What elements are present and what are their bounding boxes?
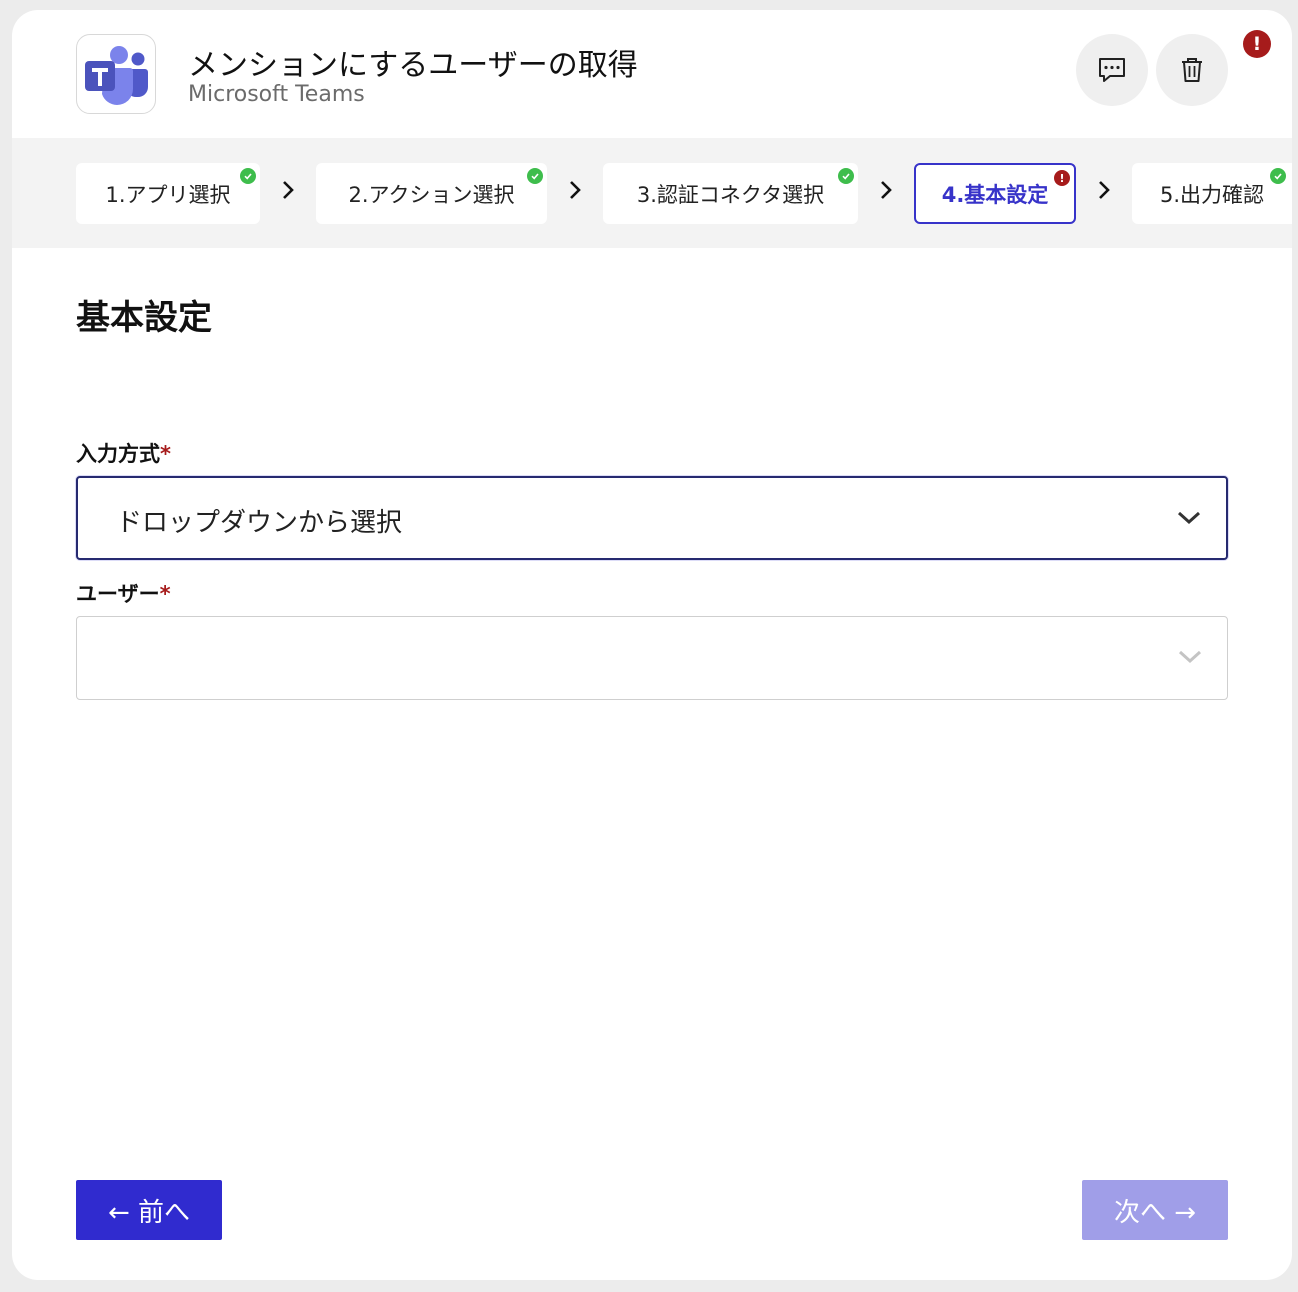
step-tab-app-select[interactable]: 1.アプリ選択 (76, 163, 260, 224)
step-tab-connector-select[interactable]: 3.認証コネクタ選択 (603, 163, 858, 224)
input-method-select[interactable]: ドロップダウンから選択 (76, 476, 1228, 560)
prev-button[interactable]: ← 前へ (76, 1180, 222, 1240)
field-label-text: 入力方式 (76, 442, 160, 466)
step-label: 2.アクション選択 (348, 182, 515, 207)
step-label: 3.認証コネクタ選択 (636, 182, 825, 207)
step-tab-action-select[interactable]: 2.アクション選択 (316, 163, 547, 224)
step-tab-output-confirm[interactable]: 5.出力確認 (1132, 163, 1292, 224)
step-label: 1.アプリ選択 (105, 182, 231, 207)
step-label: 5.出力確認 (1159, 182, 1265, 207)
field-label-text: ユーザー (76, 582, 160, 606)
next-button[interactable]: 次へ → (1082, 1180, 1228, 1240)
check-icon (240, 168, 256, 184)
step-tab-basic-settings[interactable]: 4.基本設定 ! (914, 163, 1076, 224)
error-icon: ! (1054, 170, 1070, 186)
page-title: メンションにするユーザーの取得 (188, 48, 638, 83)
delete-button[interactable] (1156, 34, 1228, 106)
comment-icon (1099, 58, 1125, 82)
action-settings-panel: メンションにするユーザーの取得 Microsoft Teams ! 1.アプリ選… (12, 10, 1292, 1280)
step-label: 4.基本設定 (941, 182, 1049, 207)
input-method-value: ドロップダウンから選択 (116, 508, 403, 538)
comment-button[interactable] (1076, 34, 1148, 106)
user-label: ユーザー* (76, 578, 171, 608)
check-icon (838, 168, 854, 184)
chevron-right-icon (570, 181, 581, 199)
chevron-down-icon (1178, 650, 1202, 664)
chevron-right-icon (881, 181, 892, 199)
required-mark: * (159, 582, 171, 606)
app-name: Microsoft Teams (188, 82, 365, 107)
error-alert-icon: ! (1243, 30, 1271, 58)
check-icon (1270, 168, 1286, 184)
chevron-right-icon (283, 181, 294, 199)
section-title: 基本設定 (76, 298, 212, 338)
trash-icon (1182, 58, 1202, 82)
chevron-right-icon (1099, 181, 1110, 199)
input-method-label: 入力方式* (76, 438, 171, 468)
required-mark: * (160, 442, 171, 466)
chevron-down-icon (1177, 511, 1201, 525)
microsoft-teams-icon (76, 34, 156, 114)
step-navigation: 1.アプリ選択 2.アクション選択 3.認証コネクタ選択 4.基本設定 ! 5.… (12, 138, 1292, 248)
user-select[interactable] (76, 616, 1228, 700)
check-icon (527, 168, 543, 184)
